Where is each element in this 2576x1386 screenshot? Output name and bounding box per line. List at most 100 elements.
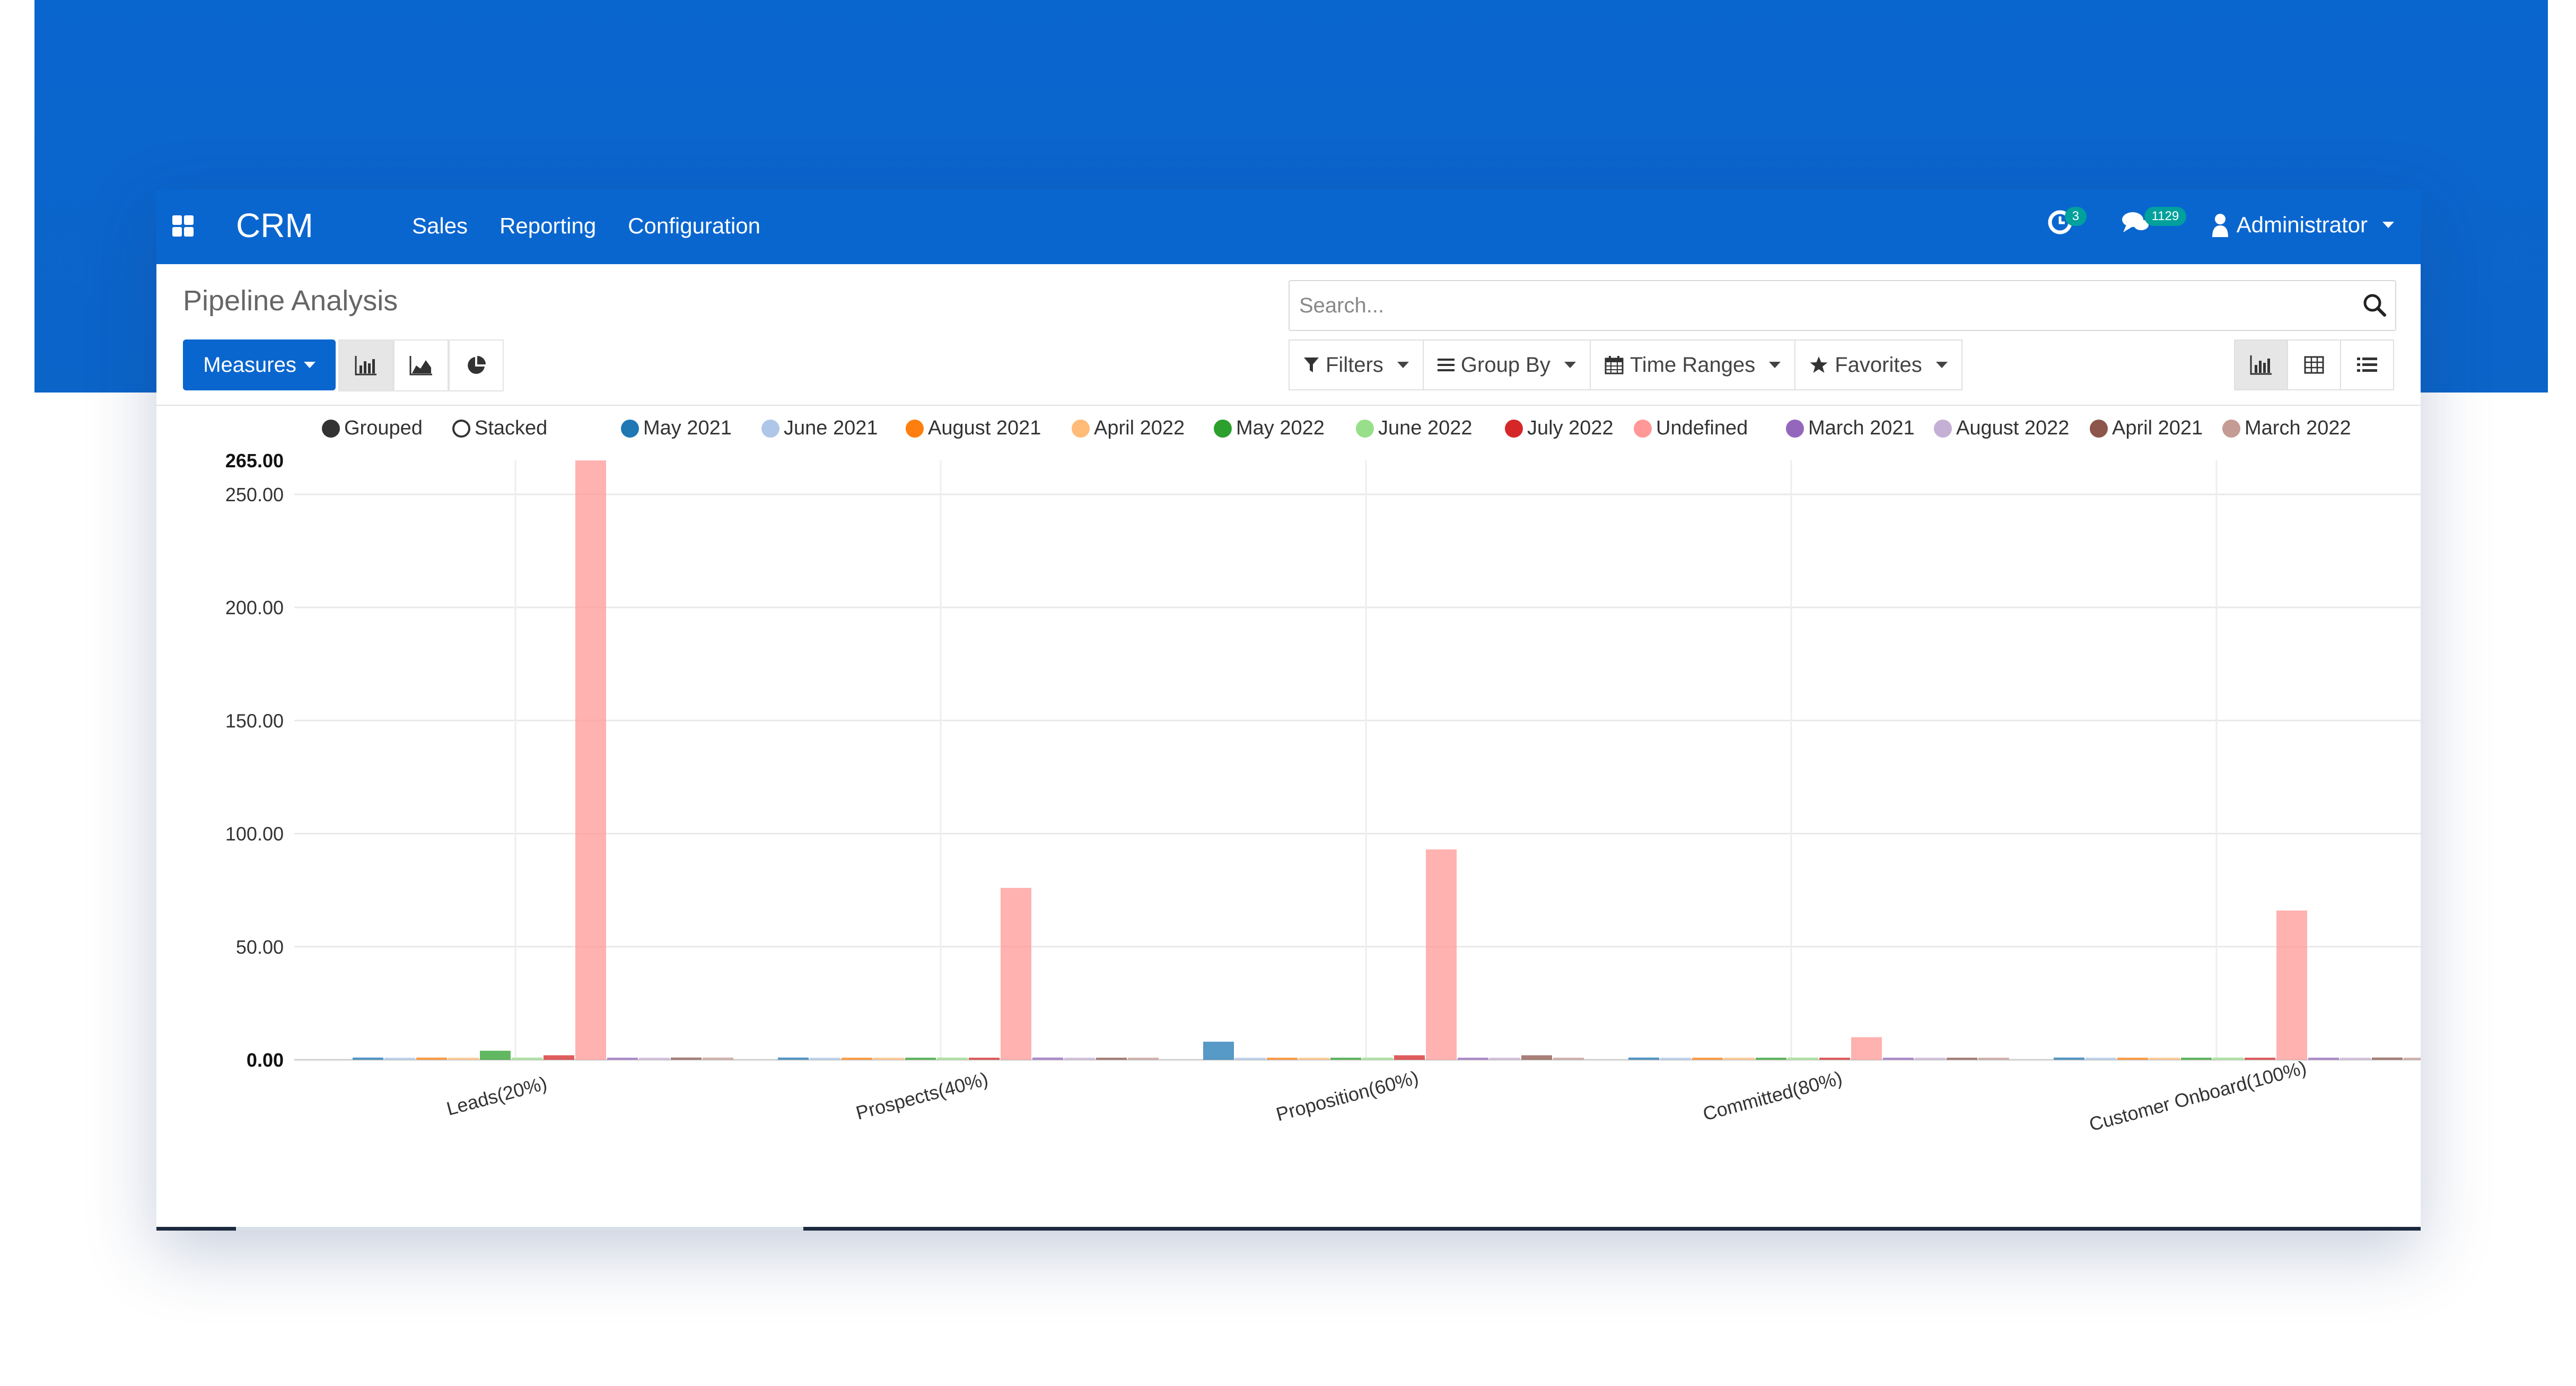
messaging-menu[interactable]: 1129 [2121,207,2187,241]
chart-bar[interactable] [873,1058,904,1060]
activity-menu[interactable]: 3 [2047,207,2087,241]
chart-bar[interactable] [2340,1058,2371,1060]
chart-bar[interactable] [1628,1057,1659,1060]
chart-bar[interactable] [2308,1058,2339,1060]
chart-bar[interactable] [2149,1058,2180,1060]
chart-bar[interactable] [1947,1058,1977,1060]
filter-icon [1304,358,1319,372]
chart-bar[interactable] [1883,1058,1914,1060]
chart-bar[interactable] [1203,1041,1234,1060]
favorites-button[interactable]: Favorites [1794,339,1962,390]
chart-bar[interactable] [2213,1057,2244,1060]
menu-configuration[interactable]: Configuration [628,213,760,239]
search-options: Filters Group By Time Ranges Favorites [1289,339,1962,390]
x-tick-label: Customer Onboard(100%) [2087,1056,2309,1135]
chart-bar[interactable] [671,1057,702,1060]
chart-bar[interactable] [969,1058,1000,1060]
chart-bar[interactable] [1978,1058,2009,1060]
measures-button[interactable]: Measures [183,339,336,390]
chart-bar[interactable] [1032,1057,1063,1060]
user-menu[interactable]: Administrator [2211,212,2394,238]
chart-bar[interactable] [384,1058,415,1060]
time-ranges-caret-icon [1769,362,1781,368]
chart-gridlines [294,460,2421,1061]
chart-bar[interactable] [1521,1055,1552,1060]
y-tick-label: 200.00 [225,597,284,618]
x-tick-label: Leads(20%) [444,1072,549,1120]
pie-chart-mode-button[interactable] [449,339,504,391]
chart-bar[interactable] [703,1057,733,1060]
activity-count-badge: 3 [2064,207,2087,226]
pie-chart-icon [468,356,486,374]
measures-label: Measures [203,353,296,377]
menu-reporting[interactable]: Reporting [500,213,596,239]
x-tick-label: Committed(80%) [1701,1067,1844,1125]
chart-bar[interactable] [2054,1057,2084,1060]
bar-chart-mode-button[interactable] [338,339,393,391]
chart-bar[interactable] [639,1058,670,1060]
chart-bar[interactable] [1660,1058,1691,1060]
chart-bar[interactable] [842,1058,872,1060]
scroll-thumb[interactable] [236,1227,803,1231]
chart-bar[interactable] [512,1057,542,1060]
y-tick-label: 150.00 [225,710,284,731]
y-axis-ticks: 0.00 50.00 100.00 150.00 200.00 250.00 265.00 [225,450,284,1071]
chart-bar[interactable] [448,1058,479,1060]
apps-menu-icon[interactable] [172,215,194,237]
menu-sales[interactable]: Sales [412,213,468,239]
chart-bar[interactable] [905,1058,936,1060]
chart-bar[interactable] [1788,1057,1818,1060]
chart-bar[interactable] [1267,1058,1298,1060]
chart-bar[interactable] [1458,1058,1488,1060]
app-brand[interactable]: CRM [236,206,313,245]
chart-bar[interactable] [1128,1058,1159,1060]
group-by-button[interactable]: Group By [1422,339,1591,390]
chart-bar[interactable] [2372,1057,2403,1060]
graph-view-button[interactable] [2234,339,2288,390]
y-tick-label: 265.00 [225,450,284,472]
chart-bar[interactable] [544,1055,574,1060]
chart-bar[interactable] [2086,1058,2116,1060]
bar-chart: 0.0050.00100.00150.00200.00250.00265.00 … [225,450,2421,1135]
chart-bar[interactable] [2117,1058,2148,1060]
time-ranges-button[interactable]: Time Ranges [1589,339,1796,390]
chart-bars [353,460,2421,1060]
chart-bar[interactable] [2245,1058,2275,1060]
chart-bar[interactable] [1362,1057,1393,1060]
chart-bar[interactable] [2276,910,2307,1060]
chart-bar[interactable] [937,1057,968,1060]
chart-bar[interactable] [1724,1058,1755,1060]
chart-bar[interactable] [778,1057,809,1060]
chart-bar[interactable] [1553,1058,1584,1060]
chart-bar[interactable] [1330,1058,1361,1060]
chart-bar[interactable] [480,1050,511,1060]
chart-bar[interactable] [1394,1055,1425,1060]
chart-bar[interactable] [1489,1058,1520,1060]
chart-bar[interactable] [1096,1058,1127,1060]
chart-bar[interactable] [1235,1058,1266,1060]
chart-bar[interactable] [1299,1058,1329,1060]
x-axis-labels: Leads(20%) Prospects(40%) Proposition(60%)… [444,1056,2309,1135]
list-view-button[interactable] [2340,339,2394,390]
search-input[interactable] [1298,281,2340,330]
chart-bar[interactable] [2404,1058,2421,1060]
pivot-view-button[interactable] [2287,339,2341,390]
line-chart-mode-button[interactable] [393,339,449,391]
chart-bar[interactable] [1819,1058,1850,1060]
chart-bar[interactable] [353,1057,383,1060]
chart-bar[interactable] [1001,887,1031,1060]
chart-bar[interactable] [1915,1058,1946,1060]
search-icon[interactable] [2362,293,2387,317]
chart-bar[interactable] [575,460,606,1060]
chart-bar[interactable] [1064,1058,1095,1060]
chart-bar[interactable] [2181,1058,2212,1060]
chart-bar[interactable] [607,1058,638,1060]
filters-button[interactable]: Filters [1289,339,1424,390]
favorites-label: Favorites [1835,353,1922,377]
chart-bar[interactable] [1692,1058,1723,1060]
chart-bar[interactable] [1851,1037,1882,1060]
chart-bar[interactable] [416,1057,447,1060]
chart-bar[interactable] [1426,849,1457,1060]
chart-bar[interactable] [1756,1058,1786,1060]
chart-bar[interactable] [810,1058,840,1060]
